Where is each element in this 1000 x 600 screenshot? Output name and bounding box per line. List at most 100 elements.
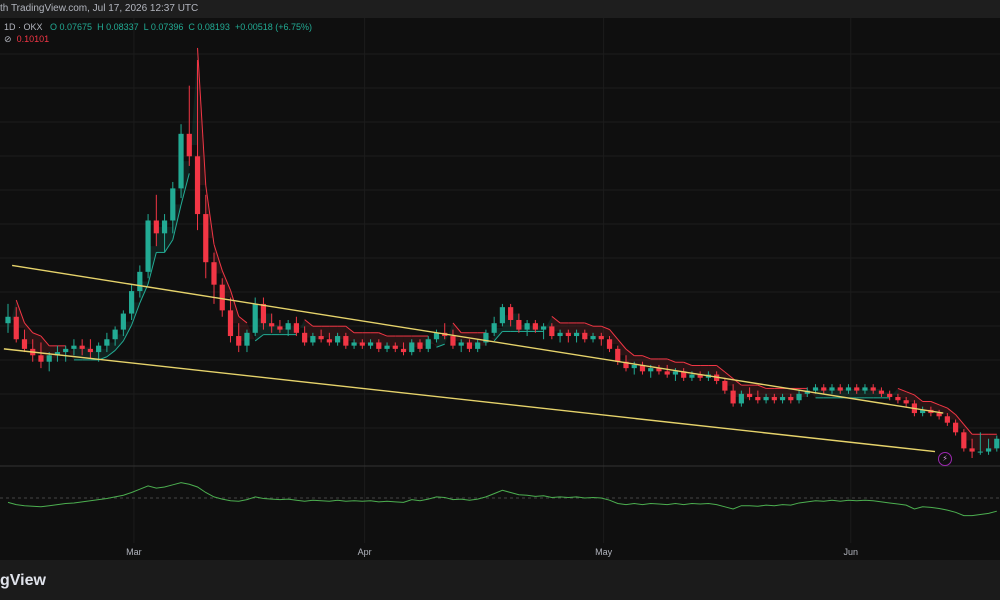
candle-body (878, 390, 885, 394)
candle-body (302, 332, 308, 343)
candle-body (606, 339, 613, 349)
channel-line-upper (12, 264, 944, 414)
candle-body (170, 188, 176, 221)
candle-body (161, 220, 168, 234)
time-axis-label: Apr (358, 547, 372, 557)
candle-body (326, 339, 332, 343)
stop-band-fill (593, 326, 602, 338)
candle-body (738, 393, 744, 404)
brand-logo-text: gView (0, 572, 46, 589)
candle-body (722, 380, 728, 391)
candle-body (277, 326, 283, 330)
time-axis-label: Mar (126, 547, 142, 557)
stop-band-fill (560, 322, 569, 335)
price-chart[interactable]: MarAprMayJunJul (0, 18, 1000, 560)
candle-body (582, 332, 588, 340)
candle-body (87, 348, 93, 353)
candle-body (129, 291, 135, 314)
rsi-line (7, 482, 997, 517)
candle-body (260, 303, 267, 324)
candle-body (227, 310, 234, 337)
stop-band-fill (40, 336, 50, 359)
top-attribution-bar: th TradingView.com, Jul 17, 2026 12:37 U… (0, 0, 1000, 18)
candle-body (194, 156, 201, 215)
candle-body (689, 374, 695, 378)
candle-body (359, 342, 365, 346)
candle-body (944, 416, 950, 423)
stop-band-fill (354, 332, 363, 345)
rsi-indicator (0, 482, 1000, 517)
attribution-text: th TradingView.com, Jul 17, 2026 12:37 U… (0, 3, 199, 14)
candle-body (211, 262, 217, 285)
candle-body (425, 339, 431, 349)
candle-body (870, 387, 876, 391)
candle-body (79, 345, 85, 349)
candle-body (13, 316, 19, 340)
candle-body (796, 393, 802, 401)
channel-line-lower (3, 348, 936, 453)
candle-body (648, 368, 654, 372)
candle-body (664, 371, 670, 375)
candle-body (293, 323, 299, 333)
candle-body (367, 342, 374, 346)
footer-bar: gView (0, 560, 1000, 600)
candle-body (953, 422, 959, 433)
chart-grid (0, 18, 1000, 543)
candle-body (590, 336, 596, 340)
candle-body (46, 355, 52, 362)
candle-body (771, 397, 777, 401)
candle-body (755, 397, 761, 401)
candle-body (985, 448, 992, 452)
candle-body (837, 387, 843, 391)
candle-body (977, 451, 983, 453)
stop-band-fill (576, 322, 585, 335)
candle-body (409, 342, 415, 353)
candle-body (565, 332, 571, 337)
candle-body (845, 387, 852, 391)
candle-body (335, 336, 341, 343)
candle-body (38, 355, 44, 362)
candle-body (516, 319, 522, 330)
stop-band-fill (370, 332, 379, 345)
candle-body (508, 307, 514, 320)
candle-body (384, 345, 390, 349)
candle-body (573, 332, 580, 337)
candle-body (252, 303, 258, 333)
stop-band-fill (362, 332, 371, 345)
candle-body (541, 326, 547, 330)
candle-body (5, 316, 11, 324)
candle-body (499, 307, 505, 324)
candle-body (186, 133, 192, 157)
lightning-icon[interactable]: ⚡ (938, 452, 952, 466)
candle-body (887, 393, 893, 398)
candle-body (112, 329, 118, 340)
stop-band-fill (387, 336, 396, 348)
descending-channel[interactable] (3, 264, 944, 453)
candle-body (178, 133, 184, 189)
candle-body (318, 336, 324, 340)
candle-body (821, 387, 827, 391)
candle-body (936, 413, 942, 417)
candle-body (747, 393, 753, 398)
stop-band-fill (972, 434, 981, 450)
candle-body (763, 397, 769, 401)
time-axis[interactable]: MarAprMayJunJul (126, 547, 1000, 557)
candle-body (417, 342, 423, 349)
candle-body (21, 339, 28, 349)
candle-body (854, 387, 860, 391)
candle-body (903, 400, 909, 404)
candle-body (392, 345, 398, 349)
candle-body (895, 397, 901, 401)
time-axis-label: Jun (844, 547, 859, 557)
candle-body (730, 390, 736, 404)
candle-body (153, 220, 159, 234)
candle-body (969, 448, 975, 452)
candle-body (71, 345, 77, 349)
stop-band-fill (395, 336, 404, 348)
candle-body (343, 336, 349, 346)
candle-body (862, 387, 868, 391)
candle-body (219, 284, 225, 311)
candle-body (376, 342, 382, 349)
candle-body (549, 326, 555, 337)
candle-body (475, 342, 481, 349)
